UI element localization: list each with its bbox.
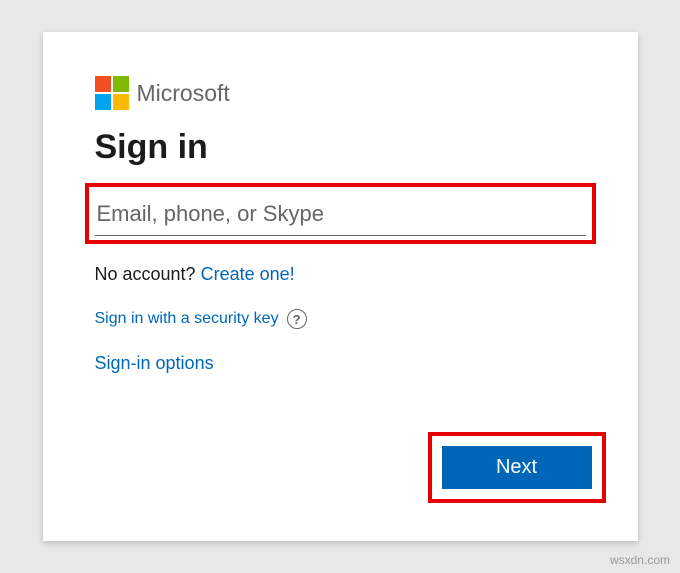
sign-in-options-row: Sign-in options xyxy=(95,353,586,374)
security-key-row: Sign in with a security key ? xyxy=(95,309,586,329)
no-account-row: No account? Create one! xyxy=(95,264,586,285)
next-button[interactable]: Next xyxy=(442,446,592,489)
watermark: wsxdn.com xyxy=(610,553,670,567)
create-account-link[interactable]: Create one! xyxy=(201,264,295,284)
security-key-link[interactable]: Sign in with a security key xyxy=(95,310,279,328)
no-account-prompt: No account? xyxy=(95,264,196,284)
brand-name: Microsoft xyxy=(137,80,230,107)
help-icon[interactable]: ? xyxy=(287,309,307,329)
sign-in-card: Microsoft Sign in No account? Create one… xyxy=(43,32,638,541)
sign-in-options-link[interactable]: Sign-in options xyxy=(95,353,214,373)
identity-input[interactable] xyxy=(95,195,586,236)
brand-row: Microsoft xyxy=(95,76,586,110)
page-title: Sign in xyxy=(95,128,586,167)
microsoft-logo-icon xyxy=(95,76,129,110)
emphasis-box-input xyxy=(85,183,596,244)
emphasis-box-next: Next xyxy=(428,432,606,503)
